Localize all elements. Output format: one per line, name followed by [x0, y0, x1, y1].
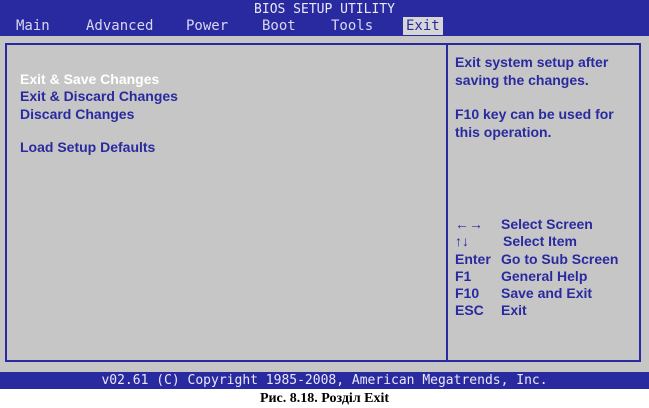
bios-title: BIOS SETUP UTILITY: [254, 2, 395, 17]
tab-main[interactable]: Main: [13, 17, 53, 35]
key-desc: Select Item: [503, 233, 577, 250]
option-load-setup-defaults[interactable]: Load Setup Defaults: [20, 139, 178, 156]
key-desc: Save and Exit: [501, 285, 593, 302]
key-name: F10: [455, 285, 480, 302]
tab-exit[interactable]: Exit: [403, 17, 443, 35]
help-text: Exit system setup after saving the chang…: [455, 54, 640, 158]
tab-tools[interactable]: Tools: [328, 17, 376, 35]
key-name: Enter: [455, 250, 491, 267]
key-name: F1: [455, 267, 472, 284]
menu-bar: Main Advanced Power Boot Tools Exit: [0, 17, 649, 36]
figure-caption: Рис. 8.18. Розділ Exit: [259, 391, 390, 406]
arrows-left-right-icon: ←→: [455, 216, 483, 232]
tab-boot[interactable]: Boot: [259, 17, 299, 35]
exit-options-list: Exit & Save Changes Exit & Discard Chang…: [20, 71, 178, 157]
key-desc: Select Screen: [501, 216, 593, 232]
tab-advanced[interactable]: Advanced: [83, 17, 156, 35]
arrows-up-down-icon: ↑↓: [455, 233, 469, 250]
help-line-2: F10 key can be used for this operation.: [455, 106, 614, 140]
panel-divider: [446, 43, 448, 362]
option-discard-changes[interactable]: Discard Changes: [20, 106, 178, 123]
option-exit-save-changes[interactable]: Exit & Save Changes: [20, 71, 178, 88]
help-line-1: Exit system setup after saving the chang…: [455, 54, 609, 88]
key-name: ESC: [455, 302, 484, 319]
bios-screen: BIOS SETUP UTILITY Main Advanced Power B…: [0, 0, 649, 389]
tab-power[interactable]: Power: [183, 17, 231, 35]
main-panel: Exit & Save Changes Exit & Discard Chang…: [0, 36, 649, 372]
key-desc: General Help: [501, 267, 588, 284]
key-desc: Exit: [501, 302, 527, 319]
option-exit-discard-changes[interactable]: Exit & Discard Changes: [20, 88, 178, 105]
key-desc: Go to Sub Screen: [501, 250, 619, 267]
copyright-footer: v02.61 (C) Copyright 1985-2008, American…: [101, 373, 548, 388]
